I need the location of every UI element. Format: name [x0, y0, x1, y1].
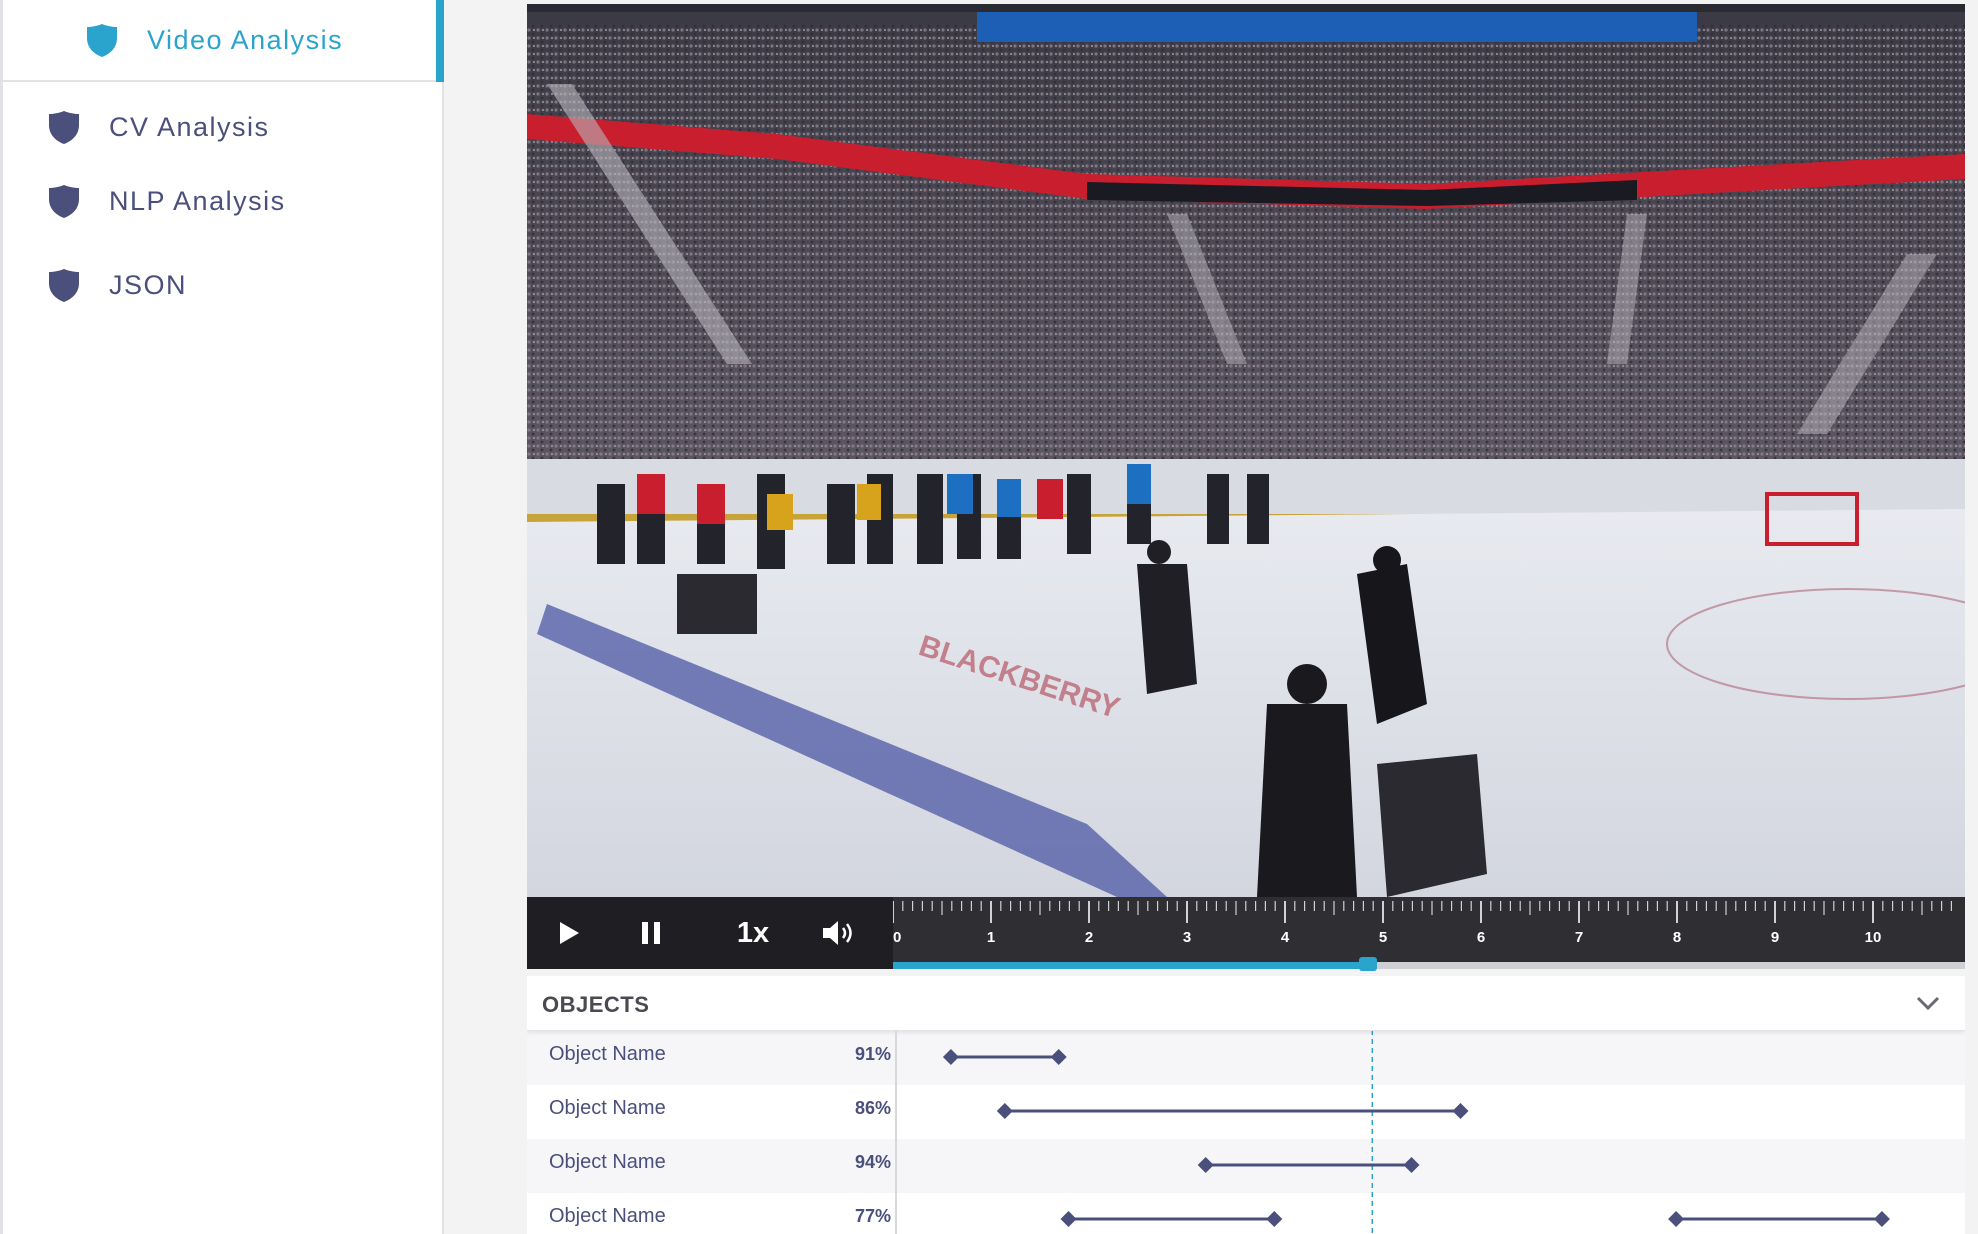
progress-fill	[893, 962, 1369, 969]
object-row[interactable]: Object Name 77%	[527, 1193, 1965, 1234]
video-frame[interactable]: BLACKBERRY	[527, 4, 1965, 897]
volume-icon	[823, 921, 852, 945]
objects-title: OBJECTS	[542, 992, 650, 1017]
shield-icon	[49, 269, 79, 302]
playback-speed-button[interactable]: 1x	[723, 897, 783, 969]
chevron-down-icon[interactable]	[1913, 990, 1943, 1016]
sidebar-item-video-analysis[interactable]: Video Analysis	[3, 0, 444, 82]
sidebar-item-label: Video Analysis	[147, 24, 344, 55]
sidebar-item-json[interactable]: JSON	[3, 262, 444, 308]
object-row[interactable]: Object Name 94%	[527, 1139, 1965, 1193]
object-row[interactable]: Object Name 86%	[527, 1085, 1965, 1139]
pause-icon	[642, 922, 660, 944]
player-controls: 1x 0 1 2 3 4 5 6 7 8 9 10	[527, 897, 1965, 971]
timeline-tick-label: 9	[1771, 929, 1779, 946]
object-confidence: 94%	[854, 1152, 891, 1172]
timeline-tick-label: 3	[1183, 929, 1191, 946]
sidebar-item-label: NLP Analysis	[109, 185, 286, 216]
object-confidence: 91%	[854, 1044, 891, 1064]
video-still-image: BLACKBERRY	[527, 4, 1965, 897]
object-name: Object Name	[549, 1205, 666, 1227]
play-icon	[560, 922, 579, 944]
playhead-handle[interactable]	[1359, 957, 1378, 971]
object-confidence: 86%	[854, 1098, 891, 1118]
play-button[interactable]	[547, 897, 591, 969]
sidebar: Video Analysis CV Analysis NLP Analysis …	[0, 0, 444, 1234]
volume-button[interactable]	[811, 897, 867, 969]
timeline-tick-label: 8	[1673, 929, 1681, 946]
column-divider	[895, 1031, 897, 1234]
object-name: Object Name	[549, 1151, 666, 1173]
object-confidence: 77%	[854, 1206, 891, 1226]
timeline-tick-label: 0	[893, 929, 901, 946]
shield-icon	[49, 185, 79, 218]
timeline-tick-label: 5	[1379, 929, 1387, 946]
timeline-tick-label: 7	[1575, 929, 1583, 946]
progress-track[interactable]	[893, 957, 1965, 971]
shield-icon	[49, 111, 79, 144]
sidebar-item-nlp-analysis[interactable]: NLP Analysis	[3, 178, 444, 224]
sidebar-item-cv-analysis[interactable]: CV Analysis	[3, 104, 444, 150]
timeline-tick-label: 1	[987, 929, 995, 946]
objects-panel: OBJECTS Object Name 91% Object Name 86% …	[527, 976, 1965, 1234]
objects-header[interactable]: OBJECTS	[527, 976, 1965, 1031]
shield-icon	[87, 24, 117, 57]
pause-button[interactable]	[629, 897, 673, 969]
object-row[interactable]: Object Name 91%	[527, 1031, 1965, 1085]
timeline-scrubber[interactable]: 0 1 2 3 4 5 6 7 8 9 10	[893, 897, 1965, 971]
timeline-tick-label: 4	[1281, 929, 1290, 946]
sidebar-item-label: CV Analysis	[109, 111, 270, 142]
timeline-ruler: 0 1 2 3 4 5 6 7 8 9 10	[893, 901, 1953, 946]
timeline-tick-label: 10	[1865, 929, 1882, 946]
sidebar-item-label: JSON	[109, 269, 188, 300]
timeline-tick-label: 6	[1477, 929, 1485, 946]
object-name: Object Name	[549, 1043, 666, 1065]
timeline-tick-label: 2	[1085, 929, 1093, 946]
object-name: Object Name	[549, 1097, 666, 1119]
